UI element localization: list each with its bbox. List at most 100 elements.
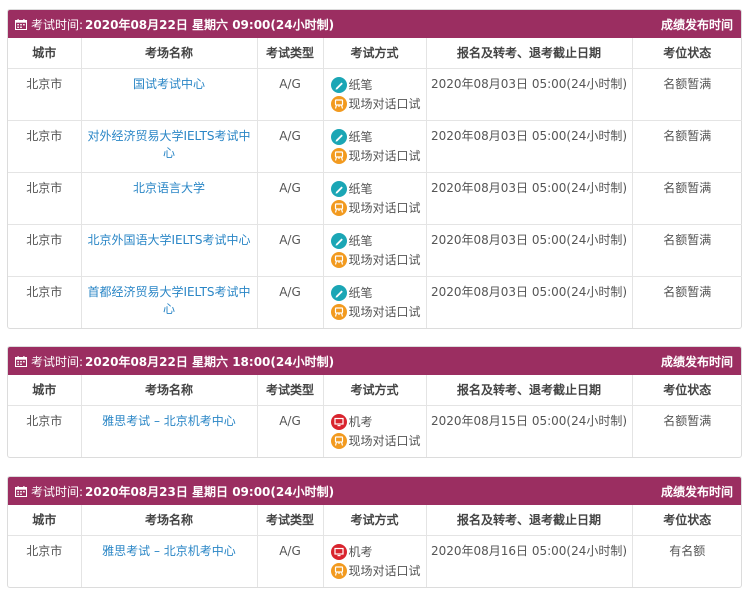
- exam-mode: 纸笔: [330, 180, 426, 199]
- deadline-cell: 2020年08月15日 05:00(24小时制): [426, 405, 633, 457]
- table-row: 北京市 对外经济贸易大学IELTS考试中心 A/G 纸笔 现场对话口试 2020…: [8, 120, 742, 173]
- score-release-link[interactable]: 成绩发布时间: [661, 483, 733, 500]
- exam-mode-label: 机考: [348, 414, 373, 429]
- city-cell: 北京市: [8, 172, 82, 225]
- exam-mode-label: 现场对话口试: [348, 96, 421, 111]
- exam-mode-label: 纸笔: [348, 181, 373, 196]
- speaking-icon: [330, 433, 347, 449]
- calendar-icon: [15, 485, 27, 497]
- column-header: 城市: [8, 375, 82, 406]
- exam-mode: 现场对话口试: [330, 95, 426, 114]
- seat-status-cell: 名额暂满: [632, 224, 742, 277]
- column-header: 考位状态: [632, 375, 742, 406]
- session-time: 2020年08月22日 星期六 18:00(24小时制): [85, 354, 335, 369]
- exam-type-cell: A/G: [257, 120, 324, 173]
- city-cell: 北京市: [8, 276, 82, 328]
- score-release-link[interactable]: 成绩发布时间: [661, 16, 733, 33]
- exam-mode: 机考: [330, 543, 426, 562]
- table-header-row: 城市 考场名称 考试类型 考试方式 报名及转考、退考截止日期 考位状态: [8, 38, 742, 69]
- exam-mode: 纸笔: [330, 284, 426, 303]
- city-cell: 北京市: [8, 120, 82, 173]
- column-header: 报名及转考、退考截止日期: [426, 375, 633, 406]
- exam-type-cell: A/G: [257, 68, 324, 121]
- exam-mode: 机考: [330, 413, 426, 432]
- venue-link[interactable]: 北京外国语大学IELTS考试中心: [87, 233, 250, 247]
- seat-status-cell: 名额暂满: [663, 413, 712, 428]
- exam-mode: 纸笔: [330, 232, 426, 251]
- venue-link[interactable]: 国试考试中心: [133, 77, 205, 91]
- pen-icon: [330, 181, 347, 197]
- city-cell: 北京市: [8, 535, 82, 587]
- venue-link[interactable]: 北京语言大学: [133, 181, 205, 195]
- column-header: 考试方式: [323, 38, 427, 69]
- exam-type-cell: A/G: [257, 405, 324, 457]
- exam-mode: 现场对话口试: [330, 147, 426, 166]
- column-header: 考试类型: [257, 38, 324, 69]
- seat-status-cell: 名额暂满: [632, 172, 742, 225]
- exam-mode-cell: 纸笔 现场对话口试: [323, 172, 427, 225]
- session-time: 2020年08月22日 星期六 09:00(24小时制): [85, 17, 335, 32]
- pen-icon: [330, 129, 347, 145]
- pen-icon: [330, 77, 347, 93]
- session-table: 城市 考场名称 考试类型 考试方式 报名及转考、退考截止日期 考位状态 北京市 雅思考试 …: [8, 505, 742, 587]
- venue-link[interactable]: 对外经济贸易大学IELTS考试中心: [87, 129, 250, 160]
- session-time-label: 考试时间:: [31, 484, 84, 499]
- column-header: 考位状态: [632, 505, 742, 536]
- exam-session-panel: 考试时间: 2020年08月23日 星期日 09:00(24小时制) 成绩发布时…: [7, 476, 742, 588]
- exam-mode-cell: 机考 现场对话口试: [323, 405, 427, 457]
- calendar-icon: [15, 355, 27, 367]
- table-row: 北京市 首都经济贸易大学IELTS考试中心 A/G 纸笔 现场对话口试 2020…: [8, 276, 742, 328]
- session-time-label: 考试时间:: [31, 17, 84, 32]
- exam-type-cell: A/G: [257, 535, 324, 587]
- exam-mode-label: 现场对话口试: [348, 563, 421, 578]
- exam-mode-cell: 纸笔 现场对话口试: [323, 120, 427, 173]
- exam-mode-label: 纸笔: [348, 233, 373, 248]
- speaking-icon: [330, 252, 347, 268]
- exam-mode-label: 机考: [348, 544, 373, 559]
- exam-mode-cell: 机考 现场对话口试: [323, 535, 427, 587]
- deadline-cell: 2020年08月03日 05:00(24小时制): [426, 68, 633, 121]
- deadline-cell: 2020年08月16日 05:00(24小时制): [426, 535, 633, 587]
- pen-icon: [330, 233, 347, 249]
- exam-session-panel: 考试时间: 2020年08月22日 星期六 18:00(24小时制) 成绩发布时…: [7, 346, 742, 458]
- table-row: 北京市 北京外国语大学IELTS考试中心 A/G 纸笔 现场对话口试 2020年…: [8, 224, 742, 277]
- seat-status-cell: 名额暂满: [632, 120, 742, 173]
- table-row: 北京市 雅思考试 – 北京机考中心 A/G 机考 现场对话口试 2020年08月…: [8, 405, 742, 457]
- exam-mode-label: 纸笔: [348, 285, 373, 300]
- table-header-row: 城市 考场名称 考试类型 考试方式 报名及转考、退考截止日期 考位状态: [8, 505, 742, 536]
- session-table: 城市 考场名称 考试类型 考试方式 报名及转考、退考截止日期 考位状态 北京市 国试考试中…: [8, 38, 742, 328]
- column-header: 考位状态: [632, 38, 742, 69]
- table-header-row: 城市 考场名称 考试类型 考试方式 报名及转考、退考截止日期 考位状态: [8, 375, 742, 406]
- deadline-cell: 2020年08月03日 05:00(24小时制): [426, 276, 633, 328]
- venue-link[interactable]: 首都经济贸易大学IELTS考试中心: [87, 285, 250, 316]
- exam-mode-cell: 纸笔 现场对话口试: [323, 276, 427, 328]
- column-header: 报名及转考、退考截止日期: [426, 38, 633, 69]
- venue-link[interactable]: 雅思考试 – 北京机考中心: [102, 544, 236, 558]
- venue-link[interactable]: 雅思考试 – 北京机考中心: [102, 414, 236, 428]
- exam-session-panel: 考试时间: 2020年08月22日 星期六 09:00(24小时制) 成绩发布时…: [7, 9, 742, 329]
- exam-mode-label: 现场对话口试: [348, 252, 421, 267]
- exam-mode: 现场对话口试: [330, 199, 426, 218]
- speaking-icon: [330, 304, 347, 320]
- table-row: 北京市 国试考试中心 A/G 纸笔 现场对话口试 2020年08月03日 05:…: [8, 68, 742, 121]
- speaking-icon: [330, 96, 347, 112]
- deadline-cell: 2020年08月03日 05:00(24小时制): [426, 172, 633, 225]
- exam-type-cell: A/G: [257, 224, 324, 277]
- exam-mode: 现场对话口试: [330, 251, 426, 270]
- exam-mode: 纸笔: [330, 128, 426, 147]
- column-header: 考试类型: [257, 375, 324, 406]
- exam-mode-cell: 纸笔 现场对话口试: [323, 224, 427, 277]
- exam-mode: 现场对话口试: [330, 562, 426, 581]
- score-release-link[interactable]: 成绩发布时间: [661, 353, 733, 370]
- column-header: 城市: [8, 38, 82, 69]
- column-header: 考场名称: [81, 505, 258, 536]
- session-table: 城市 考场名称 考试类型 考试方式 报名及转考、退考截止日期 考位状态 北京市 雅思考试 …: [8, 375, 742, 457]
- exam-mode-label: 纸笔: [348, 129, 373, 144]
- seat-status-cell: 名额暂满: [663, 284, 712, 299]
- exam-mode-label: 现场对话口试: [348, 304, 421, 319]
- table-row: 北京市 雅思考试 – 北京机考中心 A/G 机考 现场对话口试 2020年08月…: [8, 535, 742, 587]
- seat-status-cell: 名额暂满: [632, 68, 742, 121]
- seat-status-cell: 有名额: [669, 543, 706, 558]
- column-header: 考场名称: [81, 38, 258, 69]
- speaking-icon: [330, 200, 347, 216]
